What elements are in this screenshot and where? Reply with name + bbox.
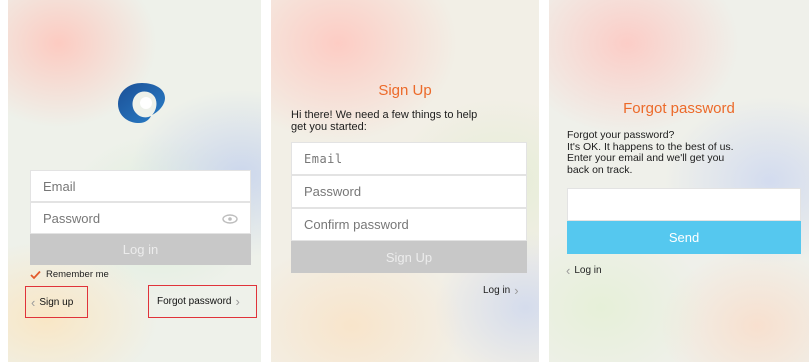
forgot-login-link[interactable]: ‹ Log in [566, 264, 602, 277]
password-input[interactable]: Password [30, 202, 251, 234]
forgot-login-label: Log in [574, 265, 602, 276]
chevron-left-icon: ‹ [566, 263, 571, 278]
signup-password-placeholder: Password [304, 184, 362, 199]
signup-button-label: Sign Up [385, 249, 433, 265]
app-logo-icon [118, 83, 165, 123]
confirm-password-placeholder: Confirm password [304, 217, 409, 232]
forgot-message: Forgot your password? It's OK. It happen… [567, 129, 734, 176]
login-button[interactable]: Log in [30, 234, 251, 265]
login-button-label: Log in [122, 242, 159, 257]
signup-email-placeholder: Email [304, 151, 343, 166]
sign-up-label: Sign up [39, 296, 74, 308]
forgot-line1: Forgot your password? [567, 129, 675, 141]
signup-button[interactable]: Sign Up [291, 241, 527, 273]
chevron-right-icon: › [235, 294, 240, 309]
remember-me-label: Remember me [46, 269, 109, 280]
login-screen: Email Password Log in Remember me ‹ Sign… [8, 0, 261, 362]
email-input[interactable]: Email [30, 170, 251, 202]
signup-password-input[interactable]: Password [291, 175, 527, 208]
chevron-left-icon: ‹ [31, 294, 36, 310]
forgot-line4: back on track. [567, 163, 633, 176]
sign-up-link[interactable]: ‹ Sign up [25, 286, 88, 318]
forgot-password-link[interactable]: Forgot password › [148, 285, 257, 318]
send-button[interactable]: Send [567, 221, 801, 254]
checkmark-icon [30, 270, 41, 279]
confirm-password-input[interactable]: Confirm password [291, 208, 527, 241]
send-button-label: Send [668, 230, 700, 245]
forgot-password-screen: Forgot password Forgot your password? It… [549, 0, 809, 362]
remember-me-checkbox[interactable]: Remember me [30, 269, 109, 280]
signup-intro: Hi there! We need a few things to help g… [291, 109, 477, 133]
signup-title: Sign Up [378, 82, 432, 99]
eye-icon[interactable] [222, 214, 238, 224]
signup-email-input[interactable]: Email [291, 142, 527, 175]
password-placeholder: Password [43, 210, 101, 226]
chevron-right-icon: › [514, 283, 519, 298]
signup-screen: Sign Up Hi there! We need a few things t… [271, 0, 539, 362]
signup-intro-line1: Hi there! We need a few things to help [291, 109, 478, 121]
forgot-line3: Enter your email and we'll get you [567, 152, 725, 164]
signup-login-link[interactable]: Log in › [483, 284, 519, 297]
forgot-email-input[interactable] [567, 188, 801, 221]
signup-intro-line2: get you started: [291, 121, 367, 133]
signup-login-label: Log in [483, 285, 511, 296]
forgot-password-label: Forgot password [157, 296, 232, 307]
email-placeholder: Email [43, 178, 76, 194]
forgot-title: Forgot password [623, 100, 735, 117]
